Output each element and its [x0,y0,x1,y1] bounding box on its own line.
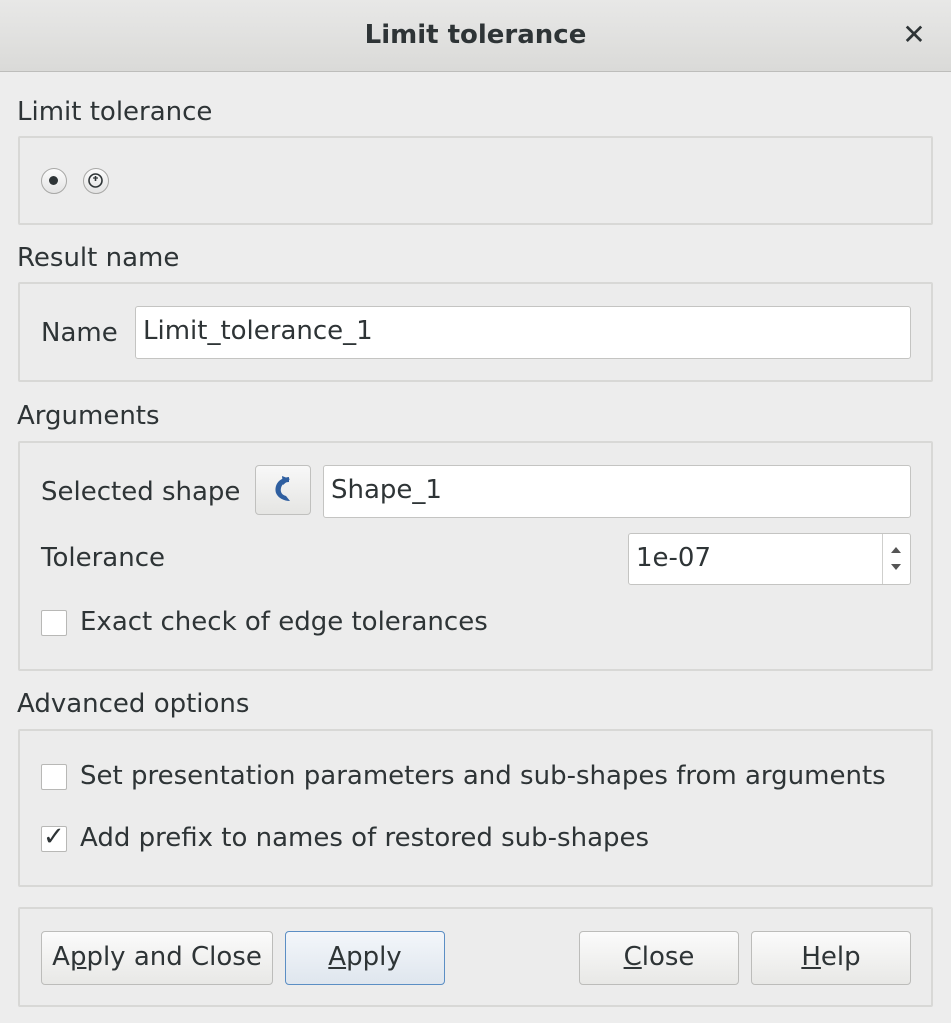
close-icon[interactable]: ✕ [899,18,929,52]
limit-mode-radio-2[interactable] [83,168,109,194]
add-prefix-checkbox[interactable]: ✓ [41,822,67,852]
tolerance-label: Tolerance [41,543,165,573]
check-mark-icon: ✓ [43,822,65,852]
spin-up-down-icon [891,547,901,570]
presentation-params-checkbox[interactable] [41,764,67,790]
add-prefix-label: Add prefix to names of restored sub-shap… [80,823,650,853]
limit-mode-icon [88,173,103,188]
exact-check-label: Exact check of edge tolerances [80,607,488,637]
window-title: Limit tolerance [364,20,587,50]
exact-check-checkbox[interactable] [41,610,67,636]
selected-shape-label: Selected shape [41,477,241,507]
limit-mode-radio-1[interactable] [41,168,67,194]
tolerance-spinbox[interactable]: 1e-07 [628,533,911,585]
advanced-group: Set presentation parameters and sub-shap… [18,729,933,887]
select-shape-button[interactable] [255,465,311,515]
selected-shape-input[interactable]: Shape_1 [323,465,911,518]
result-group: Name Limit_tolerance_1 [18,282,933,382]
close-button[interactable]: Close [579,931,739,985]
advanced-group-label: Advanced options [17,689,250,719]
name-label: Name [41,318,118,348]
tolerance-spin-arrows[interactable] [882,534,910,584]
radio-selected-dot [49,176,58,185]
button-box: Apply and Close Apply Close Help [18,907,933,1007]
limit-group-label: Limit tolerance [17,97,213,127]
presentation-params-label: Set presentation parameters and sub-shap… [80,761,886,791]
help-button[interactable]: Help [751,931,911,985]
arguments-group: Selected shape Shape_1 Tolerance 1e-07 E… [18,441,933,671]
arguments-group-label: Arguments [17,401,160,431]
result-name-input[interactable]: Limit_tolerance_1 [135,306,911,359]
select-arrow-icon [275,476,290,501]
apply-button[interactable]: Apply [285,931,445,985]
tolerance-value: 1e-07 [636,543,712,573]
result-group-label: Result name [17,243,180,273]
apply-and-close-button[interactable]: Apply and Close [41,931,273,985]
title-bar: Limit tolerance ✕ [0,0,951,72]
limit-group [18,136,933,225]
